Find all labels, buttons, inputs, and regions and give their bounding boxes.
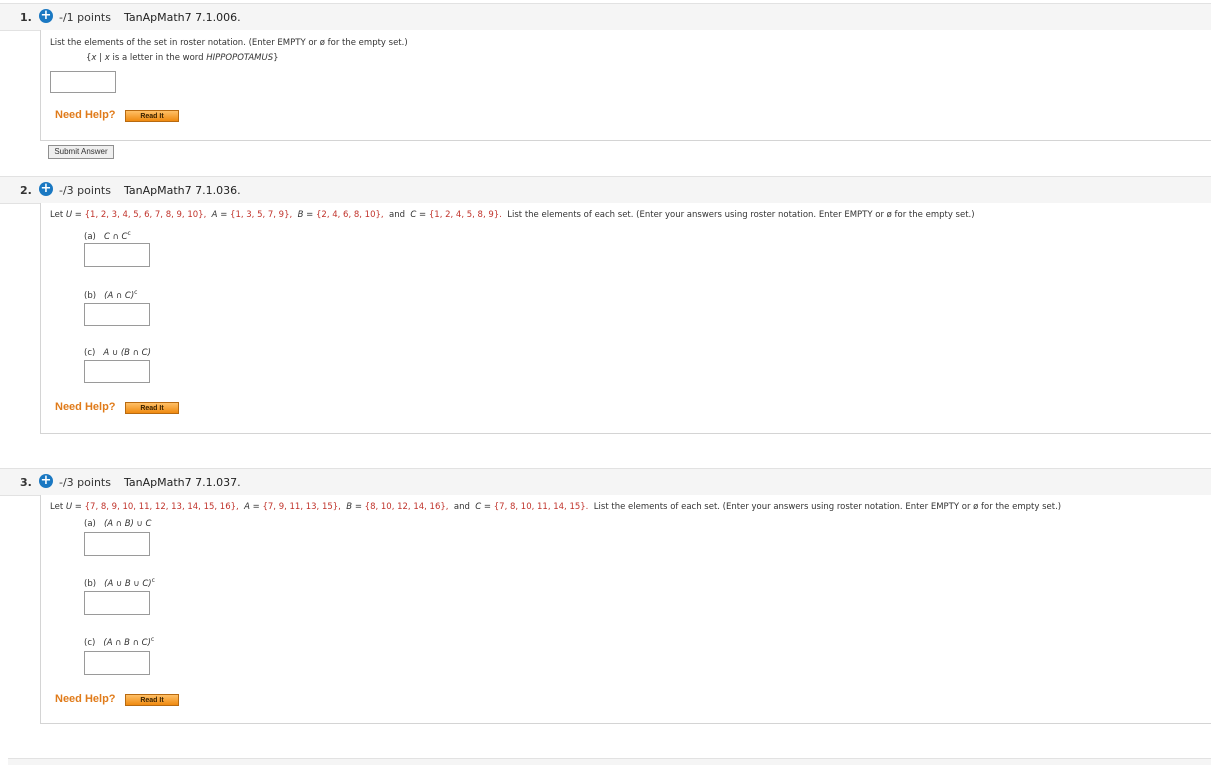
part-b-label: (b) (A ∩ C)c — [84, 289, 138, 301]
set-u-values: {1, 2, 3, 4, 5, 6, 7, 8, 9, 10}, — [84, 210, 207, 220]
part-a-input[interactable] — [84, 532, 150, 556]
points-label: -/3 points — [59, 476, 111, 489]
question-statement: Let U = {1, 2, 3, 4, 5, 6, 7, 8, 9, 10},… — [50, 210, 975, 220]
set-c-values: {7, 8, 10, 11, 14, 15}. — [493, 502, 589, 512]
set-u-values: {7, 8, 9, 10, 11, 12, 13, 14, 15, 16}, — [84, 502, 239, 512]
set-b-values: {2, 4, 6, 8, 10}, — [316, 210, 384, 220]
question-statement: Let U = {7, 8, 9, 10, 11, 12, 13, 14, 15… — [50, 502, 1062, 512]
part-b-label: (b) (A ∪ B ∪ C)c — [84, 577, 155, 589]
question-code: TanApMath7 7.1.037. — [124, 476, 241, 489]
part-a-label: (a) C ∩ Cc — [84, 230, 131, 242]
question-number: 2. — [20, 184, 32, 197]
question-1-body: List the elements of the set in roster n… — [40, 30, 1211, 141]
question-number: 1. — [20, 11, 32, 24]
part-c-input[interactable] — [84, 651, 150, 675]
part-b-input[interactable] — [84, 591, 150, 615]
question-2-body: Let U = {1, 2, 3, 4, 5, 6, 7, 8, 9, 10},… — [40, 203, 1211, 434]
part-b-input[interactable] — [84, 303, 150, 326]
question-code: TanApMath7 7.1.036. — [124, 184, 241, 197]
question-2-header: 2. + -/3 points TanApMath7 7.1.036. — [0, 176, 1211, 204]
answer-input[interactable] — [50, 71, 116, 93]
question-code: TanApMath7 7.1.006. — [124, 11, 241, 24]
expand-plus-icon[interactable]: + — [39, 474, 53, 488]
part-c-input[interactable] — [84, 360, 150, 383]
set-c-values: {1, 2, 4, 5, 8, 9}. — [428, 210, 502, 220]
set-a-values: {1, 3, 5, 7, 9}, — [230, 210, 293, 220]
submit-answer-button[interactable]: Submit Answer — [48, 145, 114, 159]
part-c-label: (c) (A ∩ B ∩ C)c — [84, 636, 155, 648]
set-definition: {x | x is a letter in the word HIPPOPOTA… — [86, 53, 279, 63]
part-a-label: (a) (A ∩ B) ∪ C — [84, 518, 152, 529]
part-a-input[interactable] — [84, 243, 150, 267]
read-it-button[interactable]: Read It — [125, 402, 179, 414]
question-instruction: List the elements of the set in roster n… — [50, 38, 408, 48]
question-3-body: Let U = {7, 8, 9, 10, 11, 12, 13, 14, 15… — [40, 495, 1211, 724]
need-help-label: Need Help? — [55, 693, 116, 705]
points-label: -/3 points — [59, 184, 111, 197]
expand-plus-icon[interactable]: + — [39, 9, 53, 23]
set-b-values: {8, 10, 12, 14, 16}, — [364, 502, 449, 512]
read-it-button[interactable]: Read It — [125, 694, 179, 706]
need-help-label: Need Help? — [55, 109, 116, 121]
read-it-button[interactable]: Read It — [125, 110, 179, 122]
part-c-label: (c) A ∪ (B ∩ C) — [84, 347, 151, 358]
question-number: 3. — [20, 476, 32, 489]
set-a-values: {7, 9, 11, 13, 15}, — [262, 502, 341, 512]
question-1-header: 1. + -/1 points TanApMath7 7.1.006. — [0, 3, 1211, 31]
question-3-header: 3. + -/3 points TanApMath7 7.1.037. — [0, 468, 1211, 496]
points-label: -/1 points — [59, 11, 111, 24]
expand-plus-icon[interactable]: + — [39, 182, 53, 196]
need-help-label: Need Help? — [55, 401, 116, 413]
